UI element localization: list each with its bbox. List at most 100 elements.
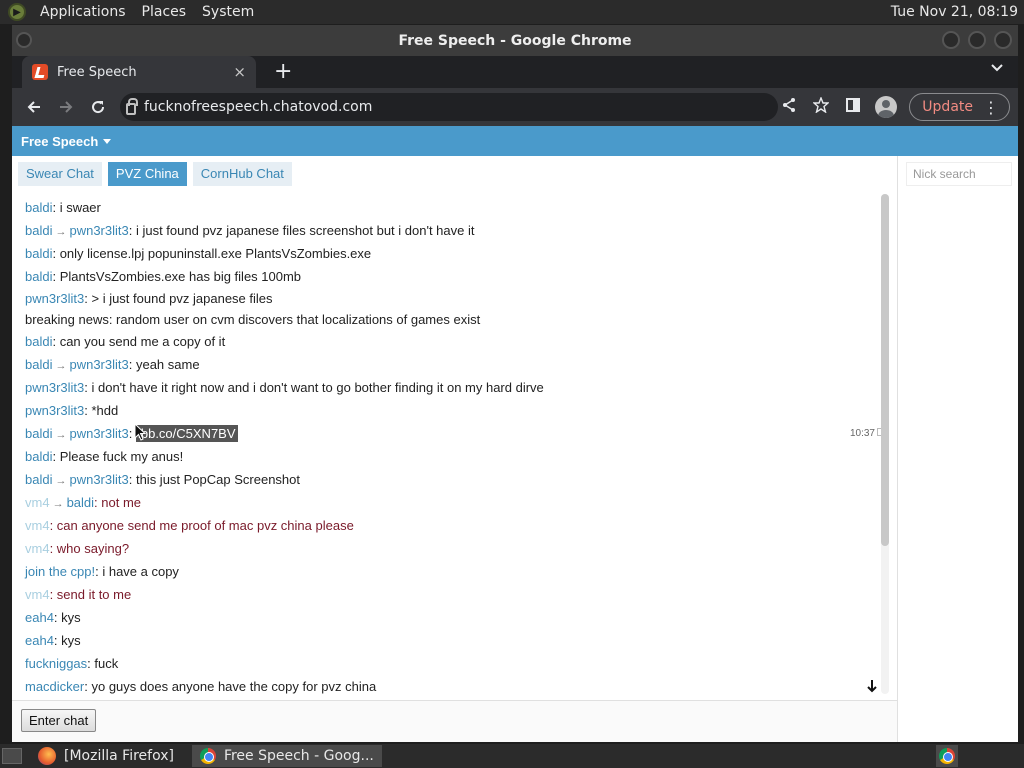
- menu-applications[interactable]: Applications: [32, 0, 134, 24]
- message-author[interactable]: eah4: [25, 610, 54, 625]
- window-menu-icon[interactable]: [16, 32, 32, 48]
- message-author[interactable]: pwn3r3lit3: [25, 291, 84, 306]
- browser-window: Free Speech - Google Chrome Free Speech …: [12, 25, 1018, 742]
- chat-message: vm4: who saying?: [25, 537, 885, 560]
- new-tab-button[interactable]: +: [274, 60, 292, 84]
- message-author[interactable]: baldi: [25, 472, 52, 487]
- message-author[interactable]: vm4: [25, 587, 50, 602]
- chat-message: join the cpp!: i have a copy: [25, 560, 885, 583]
- message-text: : Please fuck my anus!: [52, 449, 184, 464]
- message-text: : > i just found pvz japanese files: [84, 291, 273, 306]
- chat-message: baldi: only license.lpj popuninstall.exe…: [25, 242, 885, 265]
- close-window-button[interactable]: [994, 31, 1012, 49]
- window-titlebar[interactable]: Free Speech - Google Chrome: [12, 25, 1018, 56]
- side-panel-icon[interactable]: [843, 97, 863, 117]
- minimize-button[interactable]: [942, 31, 960, 49]
- back-button[interactable]: [20, 93, 48, 121]
- message-author[interactable]: baldi: [25, 246, 52, 261]
- message-author[interactable]: baldi: [25, 449, 52, 464]
- chat-message: eah4: kys: [25, 629, 885, 652]
- message-author[interactable]: baldi: [25, 269, 52, 284]
- message-text: : i swaer: [52, 200, 101, 215]
- room-tab-swear-chat[interactable]: Swear Chat: [18, 162, 102, 186]
- message-author[interactable]: vm4: [25, 518, 50, 533]
- reply-arrow-icon: →: [52, 498, 64, 510]
- caret-down-icon: [103, 138, 112, 144]
- message-author[interactable]: baldi: [25, 357, 52, 372]
- room-tab-cornhub-chat[interactable]: CornHub Chat: [192, 162, 292, 186]
- message-author[interactable]: join the cpp!: [25, 564, 95, 579]
- task-firefox-label: [Mozilla Firefox]: [64, 748, 174, 764]
- tab-search-chevron-icon[interactable]: [990, 62, 1004, 77]
- tray-chrome-icon[interactable]: [936, 745, 958, 767]
- browser-tab[interactable]: Free Speech ×: [22, 56, 256, 88]
- chat-message: baldi: can you send me a copy of it: [25, 330, 885, 353]
- enter-chat-button[interactable]: Enter chat: [21, 709, 97, 732]
- message-author[interactable]: vm4: [25, 541, 50, 556]
- message-text: : kys: [53, 610, 81, 625]
- message-link[interactable]: ibb.co/C5XN7BV: [135, 425, 238, 442]
- panel-clock[interactable]: Tue Nov 21, 08:19: [891, 4, 1024, 20]
- site-favicon-icon: [32, 64, 48, 80]
- message-recipient[interactable]: pwn3r3lit3: [69, 357, 128, 372]
- message-author[interactable]: macdicker: [25, 679, 84, 694]
- chat-message: fuckniggas: fuck: [25, 652, 885, 675]
- nick-search-input[interactable]: Nick search: [906, 162, 1012, 186]
- message-timestamp: 10:37: [850, 422, 885, 445]
- menu-system[interactable]: System: [194, 0, 262, 24]
- message-author[interactable]: pwn3r3lit3: [25, 380, 84, 395]
- message-author[interactable]: baldi: [25, 426, 52, 441]
- message-author[interactable]: baldi: [25, 334, 52, 349]
- message-recipient[interactable]: pwn3r3lit3: [69, 223, 128, 238]
- chat-message: baldi: i swaer: [25, 196, 885, 219]
- update-button[interactable]: Update ⋮: [909, 93, 1010, 121]
- maximize-button[interactable]: [968, 31, 986, 49]
- reload-icon: [92, 101, 105, 114]
- bookmark-star-icon[interactable]: [811, 96, 831, 117]
- message-recipient[interactable]: pwn3r3lit3: [69, 426, 128, 441]
- more-menu-icon[interactable]: ⋮: [983, 98, 999, 117]
- chat-message: breaking news: random user on cvm discov…: [25, 309, 885, 330]
- reply-arrow-icon: →: [55, 360, 67, 372]
- message-text: : this just PopCap Screenshot: [128, 472, 300, 487]
- distro-logo-icon[interactable]: ▶: [8, 3, 26, 21]
- scrollbar-thumb[interactable]: [881, 194, 889, 546]
- address-bar[interactable]: fucknofreespeech.chatovod.com: [120, 93, 778, 121]
- site-header[interactable]: Free Speech: [12, 126, 1018, 156]
- share-icon[interactable]: [779, 97, 799, 117]
- task-firefox[interactable]: [Mozilla Firefox]: [56, 745, 182, 767]
- chrome-icon: [199, 748, 216, 764]
- chat-message: vm4: can anyone send me proof of mac pvz…: [25, 514, 885, 537]
- chat-message: baldi: PlantsVsZombies.exe has big files…: [25, 265, 885, 288]
- scroll-to-bottom-arrow-icon[interactable]: [867, 679, 877, 696]
- message-author[interactable]: fuckniggas: [25, 656, 87, 671]
- message-list: baldi: i swaer baldi → pwn3r3lit3: i just f…: [25, 196, 885, 698]
- profile-avatar[interactable]: [875, 96, 898, 118]
- forward-button[interactable]: [52, 93, 80, 121]
- message-author[interactable]: eah4: [25, 633, 54, 648]
- web-page: Free Speech Swear Chat PVZ China CornHub…: [12, 126, 1018, 742]
- chat-message: baldi → pwn3r3lit3: i just found pvz japan…: [25, 219, 885, 242]
- chat-input-bar: Enter chat: [12, 700, 897, 742]
- room-tab-pvz-china[interactable]: PVZ China: [107, 162, 187, 186]
- show-desktop-icon[interactable]: [2, 748, 22, 764]
- reload-button[interactable]: [84, 93, 112, 121]
- task-chrome-label: Free Speech - Goog...: [223, 748, 374, 764]
- reply-arrow-icon: →: [55, 429, 67, 441]
- tab-strip: Free Speech × +: [12, 56, 1018, 88]
- message-author[interactable]: pwn3r3lit3: [25, 403, 84, 418]
- tab-close-icon[interactable]: ×: [233, 63, 246, 81]
- message-author[interactable]: vm4: [25, 495, 50, 510]
- message-recipient[interactable]: pwn3r3lit3: [69, 472, 128, 487]
- chat-message: vm4 → baldi: not me: [25, 491, 885, 514]
- message-author[interactable]: baldi: [25, 223, 52, 238]
- task-chrome[interactable]: Free Speech - Goog...: [191, 745, 382, 767]
- menu-places[interactable]: Places: [134, 0, 195, 24]
- message-recipient[interactable]: baldi: [67, 495, 94, 510]
- top-panel: ▶ Applications Places System Tue Nov 21,…: [0, 0, 1024, 24]
- lock-icon[interactable]: [126, 98, 138, 115]
- chat-message: baldi: Please fuck my anus!: [25, 445, 885, 468]
- firefox-icon[interactable]: [38, 747, 56, 765]
- message-author[interactable]: baldi: [25, 200, 52, 215]
- forward-arrow-icon: [60, 101, 73, 113]
